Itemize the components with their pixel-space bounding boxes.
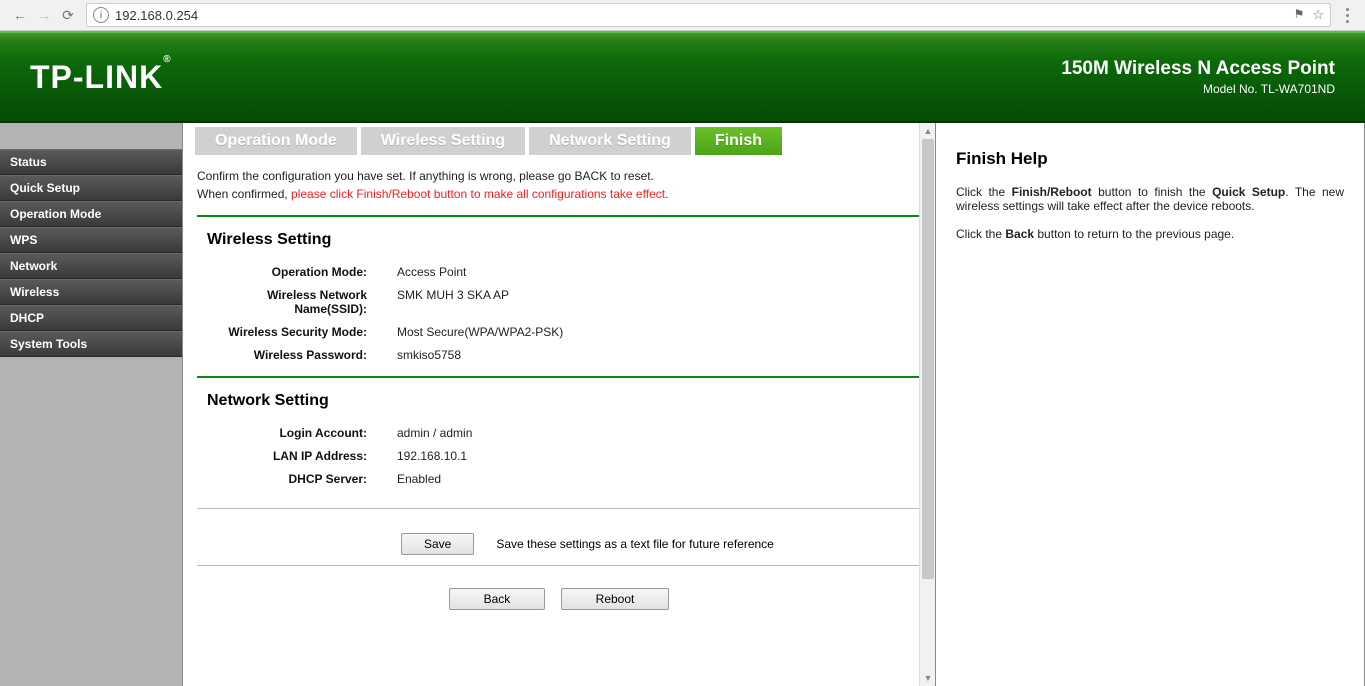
- sidebar-item-quick-setup[interactable]: Quick Setup: [0, 175, 182, 201]
- bookmark-badge-icon[interactable]: ⚑: [1294, 7, 1305, 23]
- url-bar[interactable]: i 192.168.0.254 ⚑ ☆: [86, 3, 1331, 27]
- reload-icon[interactable]: ⟳: [56, 3, 80, 27]
- sidebar-item-network[interactable]: Network: [0, 253, 182, 279]
- wizard-steps: Operation Mode Wireless Setting Network …: [195, 127, 923, 155]
- row-login-account: Login Account:admin / admin: [197, 426, 921, 440]
- row-password: Wireless Password:smkiso5758: [197, 348, 921, 362]
- sidebar-item-status[interactable]: Status: [0, 149, 182, 175]
- help-title: Finish Help: [956, 149, 1344, 169]
- help-panel: Finish Help Click the Finish/Reboot butt…: [936, 123, 1365, 686]
- step-finish[interactable]: Finish: [695, 127, 782, 155]
- browser-toolbar: ← → ⟳ i 192.168.0.254 ⚑ ☆: [0, 0, 1365, 31]
- action-row: Back Reboot: [183, 588, 935, 610]
- sidebar-nav: Status Quick Setup Operation Mode WPS Ne…: [0, 123, 182, 686]
- url-text: 192.168.0.254: [115, 8, 198, 23]
- star-icon[interactable]: ☆: [1312, 7, 1324, 23]
- sidebar-item-dhcp[interactable]: DHCP: [0, 305, 182, 331]
- brand-logo: TP-LINK®: [30, 59, 172, 96]
- network-heading: Network Setting: [207, 392, 921, 410]
- row-operation-mode: Operation Mode:Access Point: [197, 265, 921, 279]
- wireless-section: Wireless Setting Operation Mode:Access P…: [197, 215, 921, 362]
- row-lan-ip: LAN IP Address:192.168.10.1: [197, 449, 921, 463]
- forward-icon[interactable]: →: [32, 3, 56, 27]
- header-banner: TP-LINK® 150M Wireless N Access Point Mo…: [0, 31, 1365, 123]
- confirm-line-1: Confirm the configuration you have set. …: [197, 169, 921, 183]
- scroll-up-icon[interactable]: ▲: [920, 123, 936, 139]
- step-wireless-setting[interactable]: Wireless Setting: [361, 127, 525, 155]
- model-number: Model No. TL-WA701ND: [1061, 82, 1335, 96]
- browser-menu-icon[interactable]: [1337, 8, 1357, 23]
- sidebar-item-wireless[interactable]: Wireless: [0, 279, 182, 305]
- network-section: Network Setting Login Account:admin / ad…: [197, 376, 921, 486]
- main-content: Operation Mode Wireless Setting Network …: [182, 123, 936, 686]
- product-name: 150M Wireless N Access Point: [1061, 58, 1335, 80]
- save-button[interactable]: Save: [401, 533, 474, 555]
- sidebar-item-operation-mode[interactable]: Operation Mode: [0, 201, 182, 227]
- save-row: Save Save these settings as a text file …: [401, 533, 921, 555]
- save-hint: Save these settings as a text file for f…: [496, 537, 773, 551]
- sidebar-item-system-tools[interactable]: System Tools: [0, 331, 182, 357]
- scroll-down-icon[interactable]: ▼: [920, 670, 936, 686]
- row-ssid: Wireless Network Name(SSID):SMK MUH 3 SK…: [197, 288, 921, 316]
- site-info-icon[interactable]: i: [93, 7, 109, 23]
- reboot-button[interactable]: Reboot: [561, 588, 670, 610]
- back-button[interactable]: Back: [449, 588, 546, 610]
- confirm-line-2: When confirmed, please click Finish/Rebo…: [197, 187, 921, 201]
- step-network-setting[interactable]: Network Setting: [529, 127, 691, 155]
- help-paragraph-1: Click the Finish/Reboot button to finish…: [956, 185, 1344, 213]
- row-security-mode: Wireless Security Mode:Most Secure(WPA/W…: [197, 325, 921, 339]
- step-operation-mode[interactable]: Operation Mode: [195, 127, 357, 155]
- help-paragraph-2: Click the Back button to return to the p…: [956, 227, 1344, 241]
- back-icon[interactable]: ←: [8, 3, 32, 27]
- wireless-heading: Wireless Setting: [207, 231, 921, 249]
- sidebar-item-wps[interactable]: WPS: [0, 227, 182, 253]
- scrollbar[interactable]: ▲ ▼: [919, 123, 935, 686]
- scroll-thumb[interactable]: [922, 139, 934, 579]
- row-dhcp: DHCP Server:Enabled: [197, 472, 921, 486]
